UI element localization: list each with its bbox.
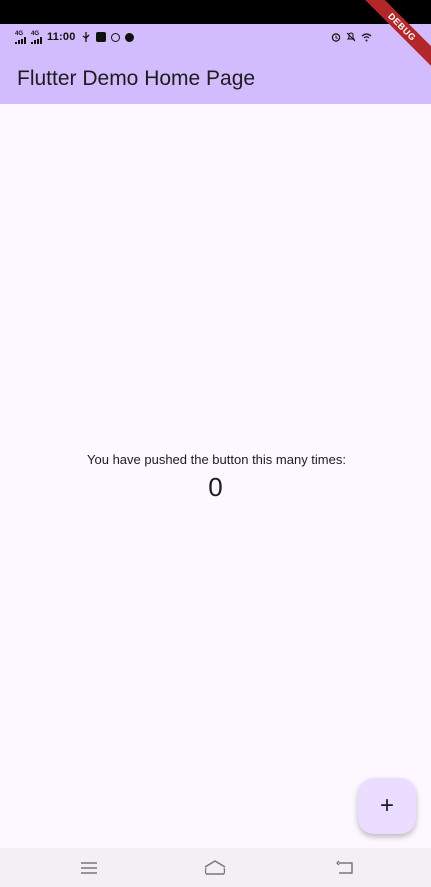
add-icon: + bbox=[379, 792, 394, 819]
system-navigation-bar bbox=[0, 848, 431, 887]
usb-icon bbox=[81, 32, 91, 42]
menu-icon[interactable] bbox=[77, 858, 101, 878]
app-notification-icon bbox=[95, 32, 106, 42]
telegram-icon bbox=[124, 32, 134, 42]
wifi-icon bbox=[361, 32, 372, 42]
home-icon[interactable] bbox=[203, 858, 227, 878]
counter-message: You have pushed the button this many tim… bbox=[87, 452, 346, 467]
status-time: 11:00 bbox=[47, 31, 76, 43]
increment-button[interactable]: + bbox=[358, 778, 416, 834]
alarm-icon bbox=[331, 32, 341, 42]
status-right-group bbox=[331, 30, 372, 44]
counter-value: 0 bbox=[208, 472, 223, 502]
top-bezel bbox=[0, 0, 431, 24]
status-bar: 4G 4G 11:00 bbox=[0, 24, 431, 52]
phone-screen: 4G 4G 11:00 Flutter Demo Home Page DEBUG… bbox=[0, 0, 431, 887]
signal-1-icon: 4G bbox=[15, 31, 26, 44]
status-left-group: 4G 4G 11:00 bbox=[15, 30, 134, 44]
mute-icon bbox=[346, 32, 356, 42]
signal-2-icon: 4G bbox=[31, 31, 42, 44]
page-title: Flutter Demo Home Page bbox=[17, 67, 256, 90]
back-icon[interactable] bbox=[333, 858, 357, 878]
counter-section: You have pushed the button this many tim… bbox=[0, 452, 431, 503]
whatsapp-icon bbox=[110, 32, 120, 42]
